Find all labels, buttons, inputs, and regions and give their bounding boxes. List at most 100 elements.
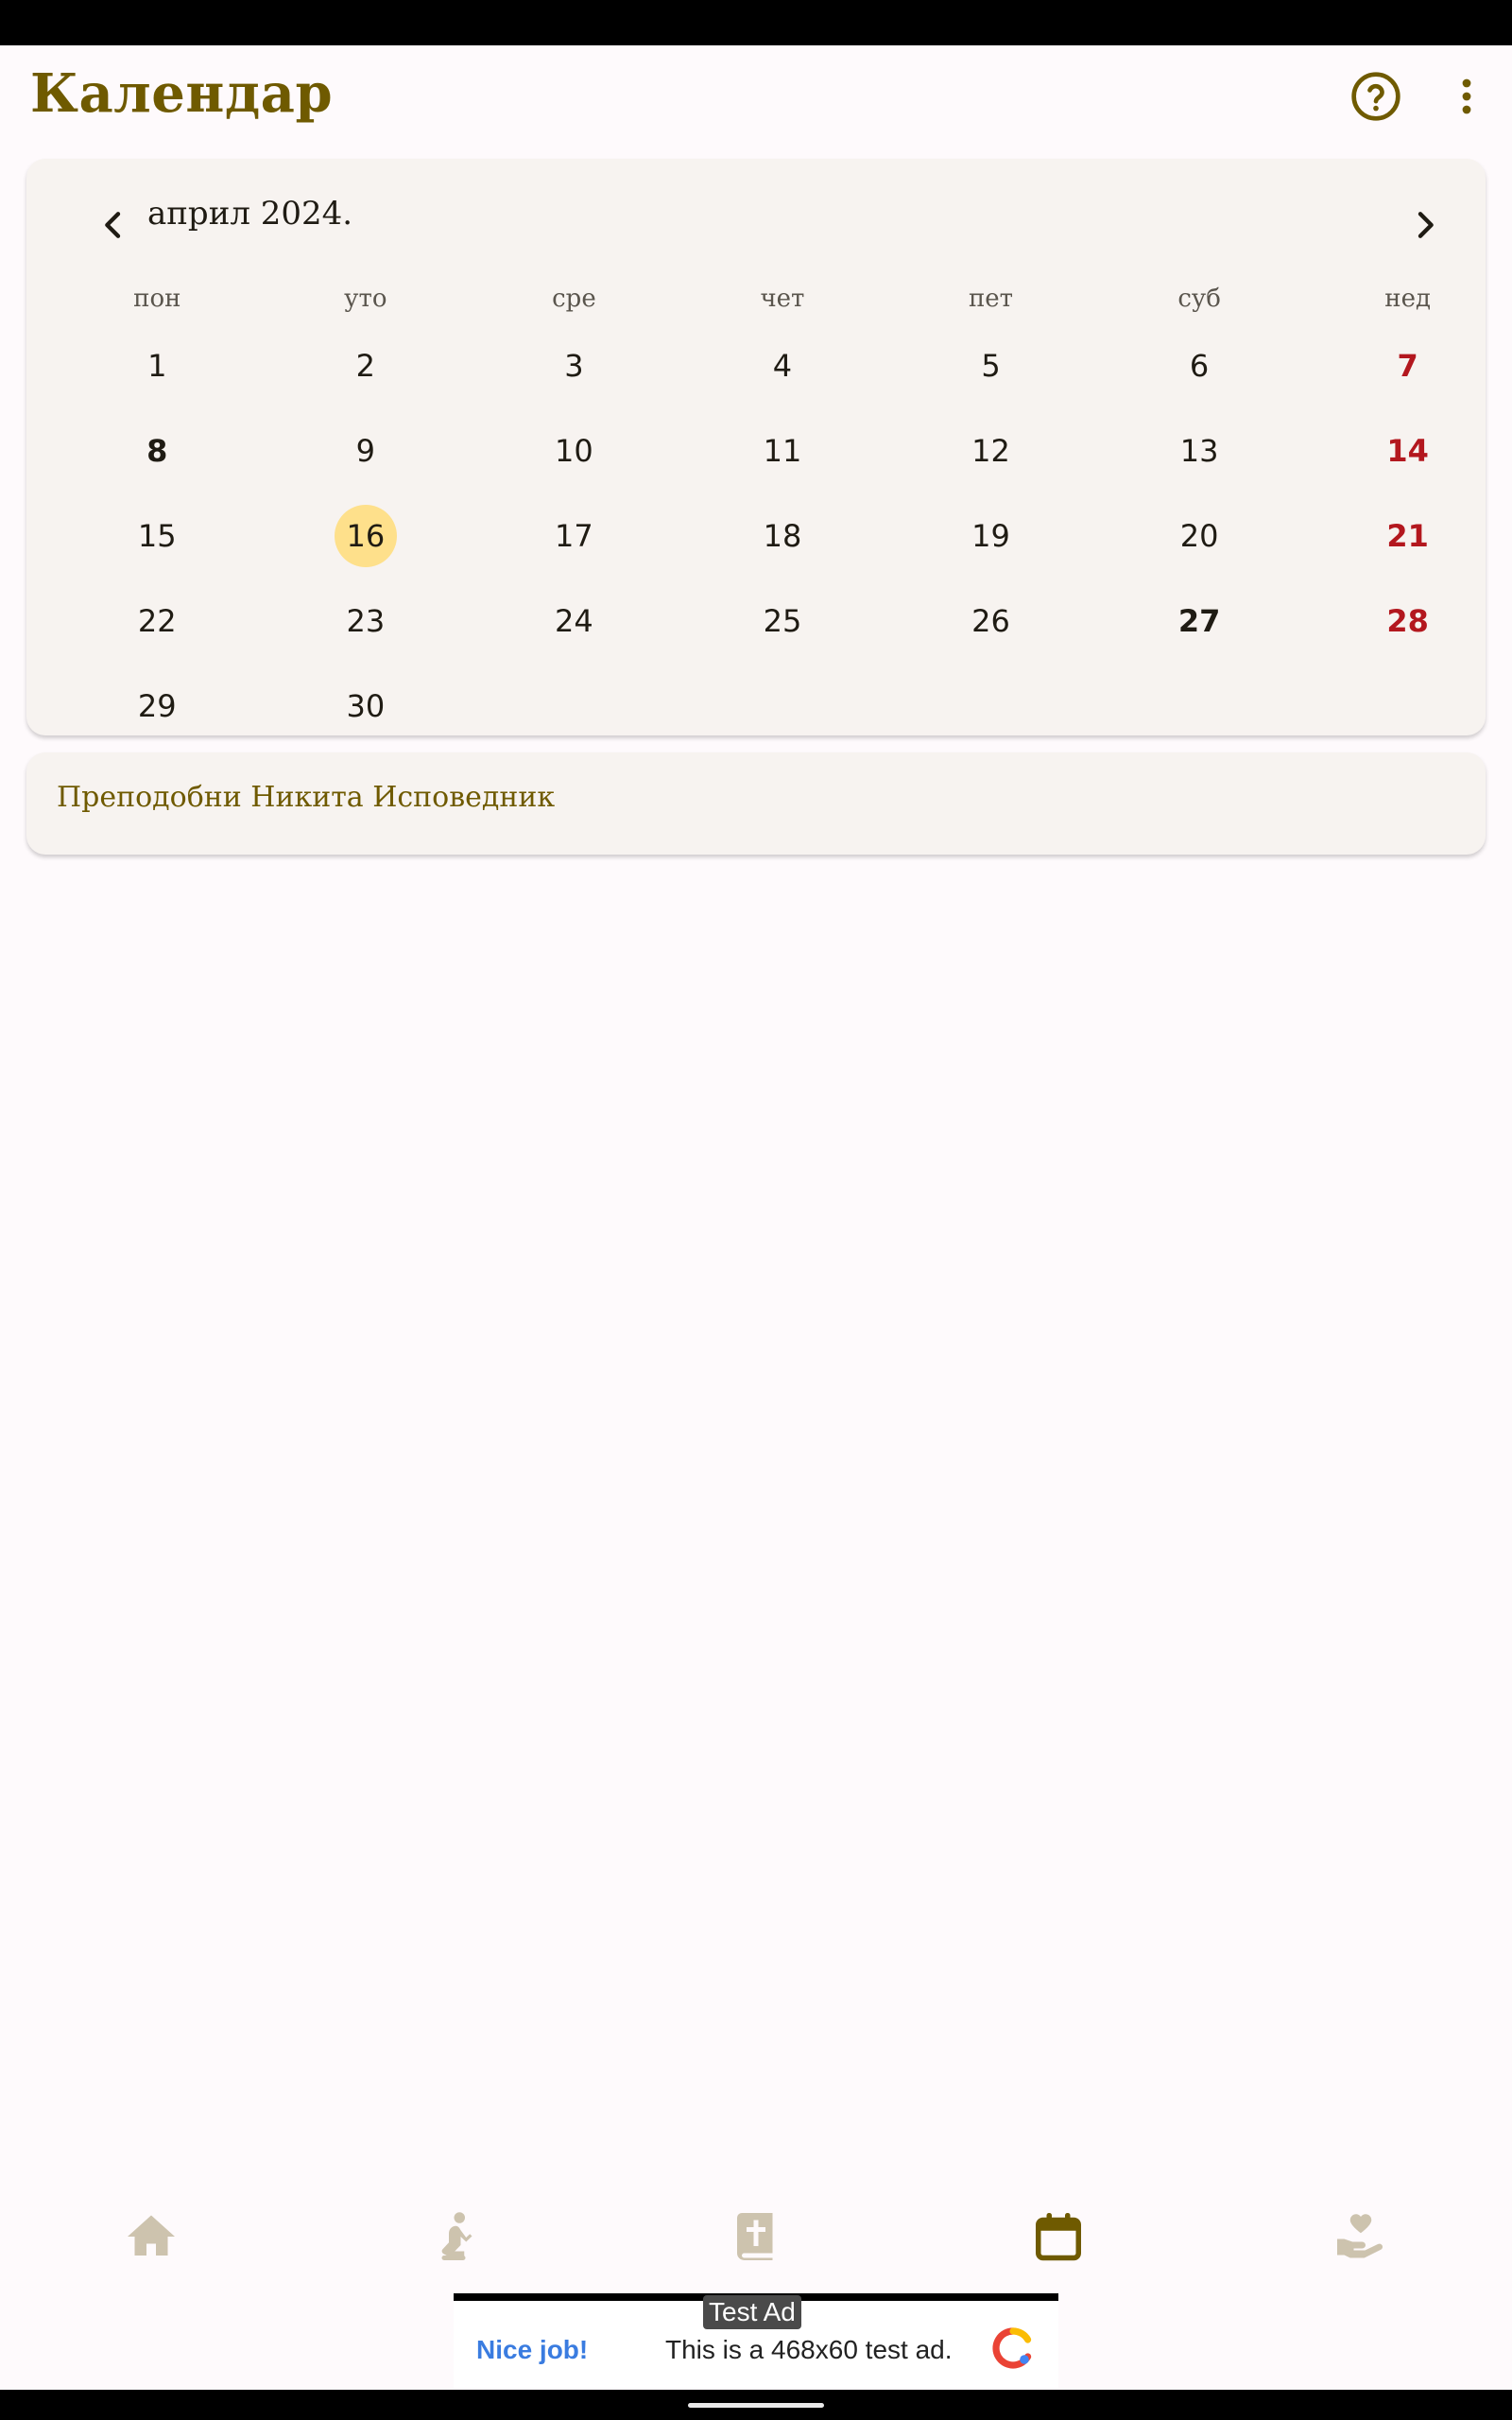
day-cell[interactable]: 26	[886, 579, 1095, 664]
next-month-button[interactable]	[1387, 187, 1463, 263]
hand-heart-icon	[1337, 2214, 1383, 2258]
weekday-label: суб	[1177, 285, 1221, 313]
day-number: 5	[981, 348, 1001, 384]
day-number: 22	[137, 603, 177, 639]
saint-card[interactable]: Преподобни Никита Исповедник	[26, 752, 1486, 855]
weekday-label: пет	[968, 285, 1014, 313]
day-number: 15	[137, 518, 177, 554]
day-number: 30	[346, 688, 386, 724]
day-number: 27	[1177, 603, 1221, 639]
day-number: 18	[763, 518, 802, 554]
day-cell[interactable]: 21	[1303, 493, 1512, 579]
ad-tag: Test Ad	[703, 2295, 801, 2329]
day-number: 26	[971, 603, 1010, 639]
day-number: 13	[1179, 433, 1219, 469]
day-number: 7	[1397, 348, 1418, 384]
days-grid: 1 2 3 4 5 6 7 8 9 10 11 12 13 14 15 16 17 18 19 20 21 22 23 24 2…	[53, 323, 1512, 749]
day-number: 10	[555, 433, 593, 469]
gesture-navigation-bar	[0, 2390, 1512, 2420]
day-number: 29	[137, 688, 177, 724]
day-cell[interactable]: 24	[470, 579, 679, 664]
day-number: 11	[763, 433, 802, 469]
day-cell[interactable]: 22	[53, 579, 262, 664]
bottom-navigation	[0, 2189, 1512, 2284]
day-cell[interactable]: 15	[53, 493, 262, 579]
month-label: април 2024.	[147, 195, 353, 233]
home-gesture-handle[interactable]	[688, 2403, 824, 2408]
nav-home[interactable]	[0, 2189, 302, 2284]
day-cell[interactable]: 12	[886, 408, 1095, 493]
ad-choices-icon[interactable]	[990, 2325, 1036, 2371]
day-number: 6	[1189, 348, 1210, 384]
calendar-icon	[1036, 2213, 1081, 2261]
day-number: 19	[971, 518, 1010, 554]
day-cell[interactable]: 29	[53, 664, 262, 749]
page-title: Календар	[30, 62, 334, 125]
day-cell[interactable]: 28	[1303, 579, 1512, 664]
day-number: 4	[772, 348, 793, 384]
day-cell[interactable]: 4	[679, 323, 887, 408]
day-number: 14	[1386, 433, 1429, 469]
weekday-label: чет	[760, 285, 805, 313]
day-number: 3	[564, 348, 584, 384]
day-cell[interactable]: 14	[1303, 408, 1512, 493]
help-circle-icon	[1351, 72, 1400, 121]
day-cell[interactable]: 2	[262, 323, 471, 408]
chevron-left-icon	[105, 212, 121, 238]
day-number: 21	[1386, 518, 1429, 554]
weekday-label: сре	[552, 285, 596, 313]
day-cell[interactable]: 18	[679, 493, 887, 579]
weekday-header-row: пон уто сре чет пет суб нед	[26, 280, 1486, 318]
help-button[interactable]	[1338, 59, 1414, 134]
day-cell[interactable]: 23	[262, 579, 471, 664]
previous-month-button[interactable]	[76, 187, 151, 263]
day-number: 28	[1386, 603, 1429, 639]
bible-icon	[737, 2213, 773, 2260]
more-options-button[interactable]	[1429, 59, 1504, 134]
day-cell[interactable]: 17	[470, 493, 679, 579]
day-number: 23	[346, 603, 386, 639]
ad-banner[interactable]: Test Ad Nice job! This is a 468x60 test …	[454, 2293, 1058, 2388]
nav-donate[interactable]	[1210, 2189, 1512, 2284]
day-number: 16	[334, 505, 397, 567]
day-cell[interactable]: 3	[470, 323, 679, 408]
calendar-card: април 2024. пон уто сре чет пет суб нед 123456…	[26, 159, 1486, 735]
day-number: 2	[355, 348, 376, 384]
status-bar	[0, 0, 1512, 45]
praying-person-icon	[441, 2212, 472, 2260]
day-cell[interactable]: 25	[679, 579, 887, 664]
day-number: 20	[1179, 518, 1219, 554]
day-cell-today[interactable]: 16	[262, 493, 471, 579]
day-number: 9	[355, 433, 376, 469]
day-number: 1	[147, 348, 167, 384]
day-number: 12	[971, 433, 1010, 469]
ad-body: This is a 468x60 test ad.	[665, 2335, 953, 2364]
day-cell[interactable]: 20	[1095, 493, 1304, 579]
day-cell[interactable]: 30	[262, 664, 471, 749]
weekday-label: пон	[133, 285, 181, 313]
day-number: 17	[555, 518, 593, 554]
day-cell[interactable]: 9	[262, 408, 471, 493]
day-cell[interactable]: 11	[679, 408, 887, 493]
saint-of-day: Преподобни Никита Исповедник	[57, 781, 556, 814]
day-cell[interactable]: 6	[1095, 323, 1304, 408]
app-bar: Календар	[0, 45, 1512, 149]
more-vert-icon	[1462, 78, 1471, 114]
day-cell[interactable]: 7	[1303, 323, 1512, 408]
day-number: 25	[763, 603, 802, 639]
day-cell[interactable]: 19	[886, 493, 1095, 579]
day-cell[interactable]: 10	[470, 408, 679, 493]
ad-headline[interactable]: Nice job!	[476, 2335, 588, 2365]
nav-bible[interactable]	[605, 2189, 907, 2284]
day-cell[interactable]: 8	[53, 408, 262, 493]
weekday-label: нед	[1384, 285, 1432, 313]
day-cell[interactable]: 27	[1095, 579, 1304, 664]
day-cell[interactable]: 5	[886, 323, 1095, 408]
day-cell[interactable]: 13	[1095, 408, 1304, 493]
nav-prayers[interactable]	[302, 2189, 605, 2284]
home-icon	[128, 2215, 175, 2256]
chevron-right-icon	[1418, 212, 1434, 238]
weekday-label: уто	[344, 285, 387, 313]
nav-calendar[interactable]	[907, 2189, 1210, 2284]
day-cell[interactable]: 1	[53, 323, 262, 408]
